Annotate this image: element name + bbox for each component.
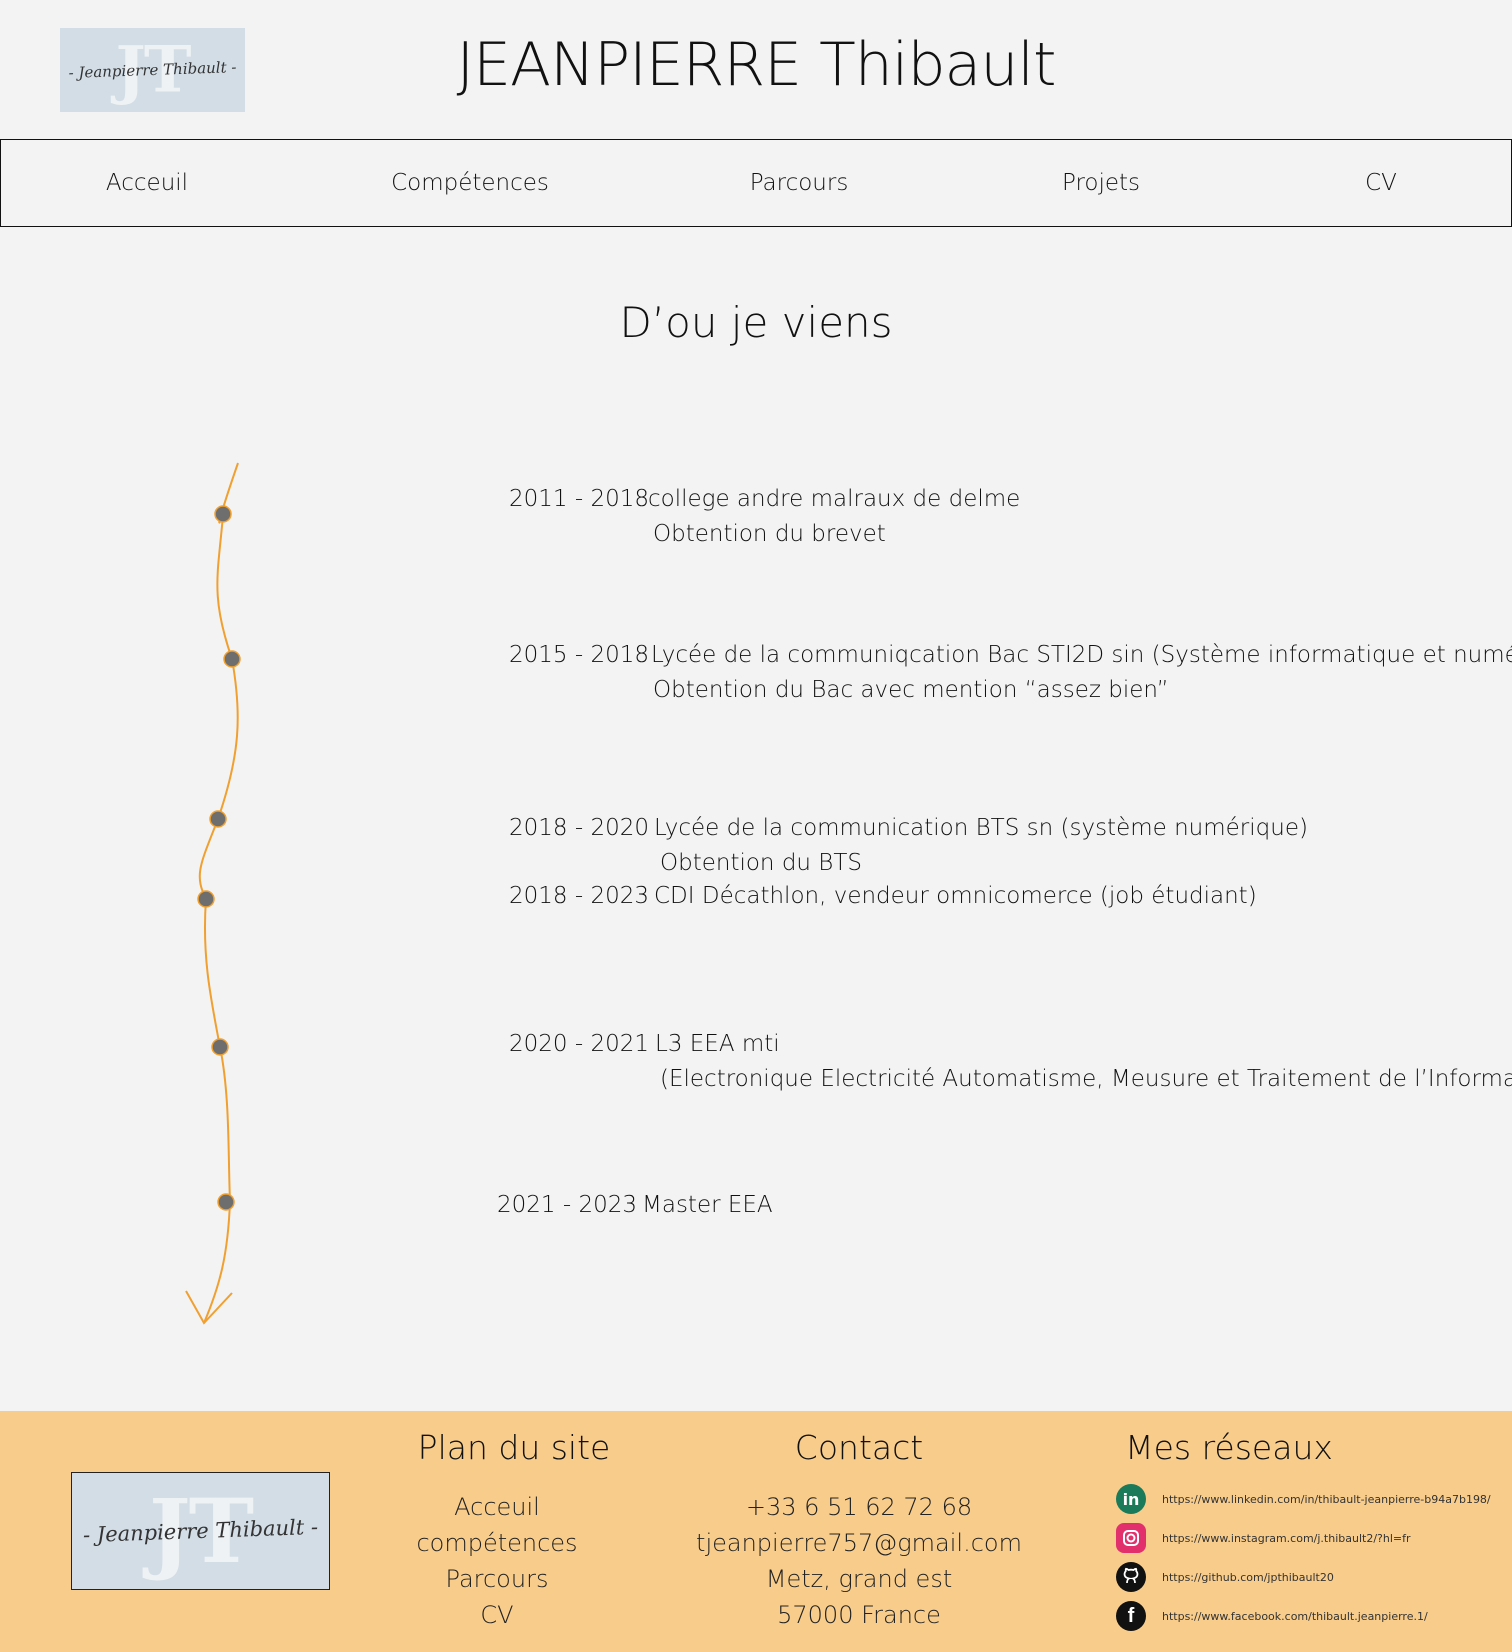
- timeline-title: L3 EEA mti: [655, 1031, 780, 1057]
- instagram-icon: [1116, 1523, 1146, 1553]
- nav-item-projets[interactable]: Projets: [1062, 140, 1140, 226]
- nav-item-cv[interactable]: CV: [1365, 140, 1397, 226]
- timeline-years: 2011 - 2018: [509, 486, 649, 512]
- footer-link-cv[interactable]: CV: [480, 1601, 513, 1629]
- footer-link-acceuil[interactable]: Acceuil: [454, 1493, 540, 1521]
- section-title: D’ou je viens: [619, 298, 893, 347]
- timeline-title: Lycée de la communiqcation Bac STI2D sin…: [651, 642, 1512, 668]
- footer-link-competences[interactable]: compétences: [416, 1529, 577, 1557]
- footer-link-parcours[interactable]: Parcours: [446, 1565, 549, 1593]
- timeline-dot: [197, 890, 215, 908]
- timeline-title: Lycée de la communication BTS sn (systèm…: [654, 815, 1308, 841]
- site-title: JEANPIERRE Thibault: [456, 30, 1056, 100]
- timeline-years: 2021 - 2023: [497, 1192, 637, 1218]
- timeline-years: 2015 - 2018: [509, 642, 649, 668]
- nav-item-competences[interactable]: Compétences: [391, 140, 549, 226]
- timeline-years: 2018 - 2023: [509, 883, 649, 909]
- timeline-detail: (Electronique Electricité Automatisme, M…: [660, 1066, 1512, 1092]
- footer-plan-heading: Plan du site: [417, 1428, 611, 1467]
- arrow-head-icon: [185, 1290, 233, 1325]
- contact-city: Metz, grand est: [765, 1565, 953, 1593]
- timeline-years: 2018 - 2020: [509, 815, 649, 841]
- social-github[interactable]: https://github.com/jpthibault20: [1116, 1562, 1334, 1592]
- linkedin-icon: in: [1116, 1484, 1146, 1514]
- footer: JT - Jeanpierre Thibault - Plan du site …: [0, 1411, 1512, 1652]
- timeline-dot: [211, 1038, 229, 1056]
- timeline-line: [185, 462, 241, 1325]
- social-url: https://www.instagram.com/j.thibault2/?h…: [1162, 1531, 1411, 1545]
- social-facebook[interactable]: f https://www.facebook.com/thibault.jean…: [1116, 1601, 1428, 1631]
- social-url: https://www.linkedin.com/in/thibault-jea…: [1162, 1492, 1491, 1506]
- timeline-title: Master EEA: [642, 1192, 773, 1218]
- nav-item-acceuil[interactable]: Acceuil: [106, 140, 188, 226]
- contact-postal: 57000 France: [777, 1601, 941, 1629]
- social-url: https://github.com/jpthibault20: [1162, 1570, 1334, 1584]
- timeline-detail: Obtention du Bac avec mention “assez bie…: [653, 677, 1169, 703]
- social-linkedin[interactable]: in https://www.linkedin.com/in/thibault-…: [1116, 1484, 1491, 1514]
- footer-networks-heading: Mes réseaux: [1125, 1428, 1333, 1467]
- timeline-dot: [217, 1193, 235, 1211]
- contact-email[interactable]: tjeanpierre757@gmail.com: [696, 1529, 1022, 1557]
- timeline-dot: [214, 505, 232, 523]
- timeline-detail: Obtention du brevet: [653, 521, 886, 547]
- logo-signature: - Jeanpierre Thibault -: [82, 1514, 319, 1548]
- nav-item-parcours[interactable]: Parcours: [750, 140, 849, 226]
- timeline-title: CDI Décathlon, vendeur omnicomerce (job …: [654, 883, 1257, 909]
- main-nav: Acceuil Compétences Parcours Projets CV: [0, 139, 1512, 227]
- footer-contact-heading: Contact: [794, 1428, 924, 1467]
- timeline-dot: [223, 650, 241, 668]
- contact-phone[interactable]: +33 6 51 62 72 68: [746, 1493, 972, 1521]
- social-url: https://www.facebook.com/thibault.jeanpi…: [1162, 1609, 1428, 1623]
- facebook-icon: f: [1116, 1601, 1146, 1631]
- footer-logo[interactable]: JT - Jeanpierre Thibault -: [71, 1472, 330, 1590]
- social-instagram[interactable]: https://www.instagram.com/j.thibault2/?h…: [1116, 1523, 1411, 1553]
- github-icon: [1116, 1562, 1146, 1592]
- timeline-title: college andre malraux de delme: [648, 486, 1021, 512]
- timeline-detail: Obtention du BTS: [660, 850, 863, 876]
- timeline-dot: [209, 810, 227, 828]
- timeline-years: 2020 - 2021: [509, 1031, 649, 1057]
